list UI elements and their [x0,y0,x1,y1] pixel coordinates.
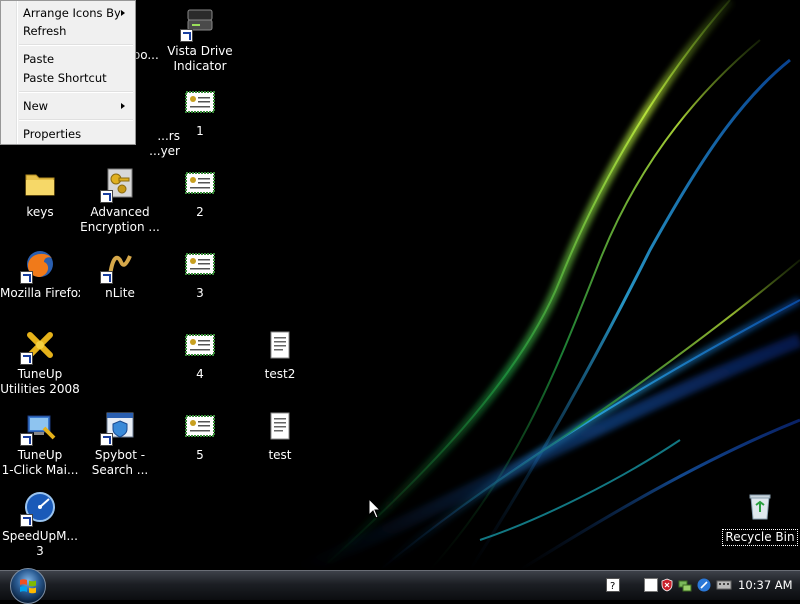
keys-app-icon [100,165,138,203]
shortcut-arrow-icon [100,271,113,284]
icon-label: Advanced [90,205,150,219]
desktop-icon-certificate-4[interactable]: 4 [160,323,240,403]
desktop-icon-mozilla-firefox[interactable]: Mozilla Firefox [0,242,80,322]
icon-label: 3 [36,544,44,558]
taskbar: ? 10:37 AM [0,568,800,604]
text-document-icon [262,408,298,444]
icon-label: Recycle Bin [722,529,798,546]
text-document-icon [262,327,298,363]
icon-label: Vista Drive [167,44,233,58]
desktop-icon-test[interactable]: test [240,404,320,484]
icon-label: test2 [264,367,296,381]
drive-icon [180,4,218,42]
icon-label: Utilities 2008 [0,382,80,396]
tuneup-icon [20,327,58,365]
certificate-icon [182,408,218,444]
desktop-icon-spybot[interactable]: Spybot - Search ... [80,404,160,484]
submenu-arrow-icon [121,10,125,16]
menu-item-label: Properties [23,127,82,141]
menu-item-refresh[interactable]: Refresh [3,22,133,40]
menu-item-new[interactable]: New [3,97,133,115]
network-icon[interactable] [678,578,692,592]
certificate-icon [182,246,218,282]
mouse-pointer-icon [368,498,382,519]
nlite-icon [100,246,138,284]
icon-label: 2 [196,205,204,219]
shortcut-arrow-icon [20,271,33,284]
certificate-icon [182,165,218,201]
shortcut-arrow-icon [20,433,33,446]
icon-label: TuneUp [17,367,63,381]
menu-separator [19,91,133,93]
windows-logo-icon [20,579,36,594]
menu-separator [19,119,133,121]
shortcut-arrow-icon [100,190,113,203]
desktop-context-menu: Arrange Icons By Refresh Paste Paste Sho… [0,0,136,145]
folder-icon [22,165,58,201]
icon-label: Mozilla Firefox [0,286,80,300]
shortcut-arrow-icon [20,352,33,365]
icon-label: test [268,448,292,462]
security-shield-icon[interactable] [660,578,674,592]
desktop-icon-certificate-3[interactable]: 3 [160,242,240,322]
icon-label: 1-Click Mai... [1,463,79,477]
submenu-arrow-icon [121,103,125,109]
icon-label: Search ... [91,463,149,477]
icon-label: 4 [196,367,204,381]
menu-item-paste[interactable]: Paste [3,50,133,68]
start-button[interactable] [10,568,46,604]
menu-item-label: Paste Shortcut [23,71,107,85]
window-icon[interactable] [644,578,658,592]
spybot-icon [100,408,138,446]
shortcut-arrow-icon [20,514,33,527]
desktop-icon-recycle-bin[interactable]: Recycle Bin [720,485,800,565]
shortcut-arrow-icon [180,29,193,42]
help-icon[interactable]: ? [606,578,620,592]
desktop-icon-nlite[interactable]: nLite [80,242,160,322]
icon-label: TuneUp [17,448,63,462]
icon-label: nLite [105,286,135,300]
desktop-icon-advanced-encryption[interactable]: Advanced Encryption ... [80,161,160,241]
desktop[interactable]: ...po... ...rs ...yer Vista Drive Indica… [0,0,800,570]
menu-item-properties[interactable]: Properties [3,125,133,143]
taskbar-clock[interactable]: 10:37 AM [738,576,794,594]
speedometer-icon [20,489,58,527]
svg-text:?: ? [610,581,615,591]
menu-item-label: Refresh [23,24,67,38]
certificate-icon [182,327,218,363]
desktop-icon-vista-drive-indicator[interactable]: Vista Drive Indicator [160,0,240,80]
desktop-icon-keys[interactable]: keys [0,161,80,241]
desktop-icon-certificate-1[interactable]: 1 [160,80,240,160]
menu-item-label: Paste [23,52,55,66]
desktop-icon-speedup[interactable]: SpeedUpM... 3 [0,485,80,565]
certificate-icon [182,84,218,120]
menu-item-label: New [23,99,49,113]
icon-label: Indicator [173,59,227,73]
menu-item-paste-shortcut[interactable]: Paste Shortcut [3,69,133,87]
tuneup-maintenance-icon [20,408,58,446]
icon-label: keys [26,205,54,219]
recycle-bin-icon [742,489,778,525]
desktop-icon-tuneup-1-click-maintenance[interactable]: TuneUp 1-Click Mai... [0,404,80,484]
icon-label: Encryption ... [80,220,160,234]
icon-label: SpeedUpM... [2,529,78,543]
icon-label: 5 [196,448,204,462]
desktop-icon-certificate-2[interactable]: 2 [160,161,240,241]
menu-item-label: Arrange Icons By [23,6,121,20]
icon-label: 1 [196,124,204,138]
desktop-icon-tuneup-utilities-2008[interactable]: TuneUp Utilities 2008 [0,323,80,403]
firefox-icon [20,246,58,284]
keyboard-icon[interactable] [716,578,732,592]
desktop-icon-test2[interactable]: test2 [240,323,320,403]
menu-item-arrange-icons-by[interactable]: Arrange Icons By [3,4,133,22]
desktop-icon-certificate-5[interactable]: 5 [160,404,240,484]
shortcut-arrow-icon [100,433,113,446]
icon-label: Spybot - [94,448,146,462]
menu-separator [19,44,133,46]
pen-icon[interactable] [697,578,711,592]
icon-label: 3 [196,286,204,300]
